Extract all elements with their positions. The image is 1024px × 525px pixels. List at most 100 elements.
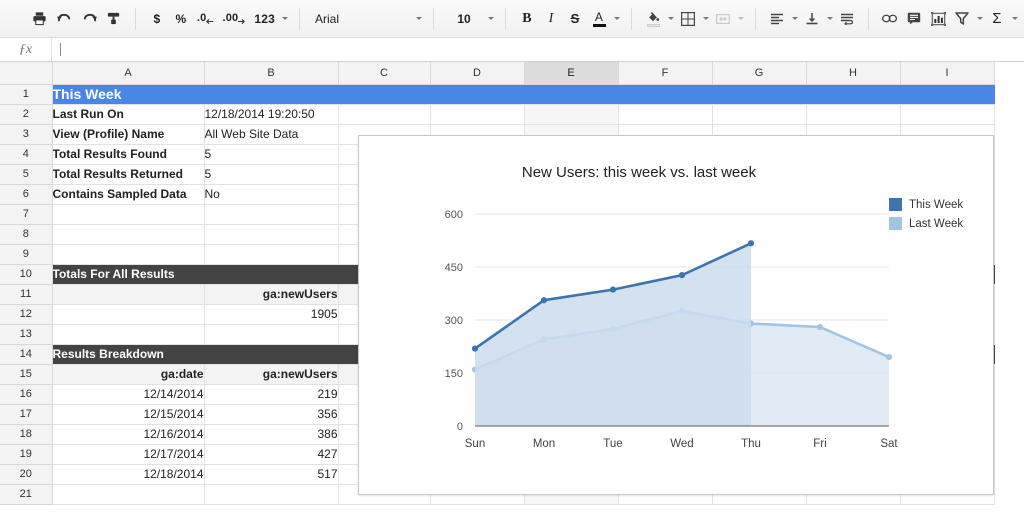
row-header-13[interactable]: 13 [0,324,52,344]
section-banner-blue[interactable]: This Week [52,84,994,104]
cell-B16[interactable]: 219 [204,384,338,404]
more-formats-button[interactable]: 123 [250,6,279,32]
filter-chevron-down-icon[interactable] [974,6,985,32]
insert-chart-icon[interactable] [926,6,950,32]
cell-A4[interactable]: Total Results Found [52,144,204,164]
borders-button[interactable] [676,6,700,32]
currency-format-button[interactable]: $ [145,6,169,32]
cell-A16[interactable]: 12/14/2014 [52,384,204,404]
cell-C2[interactable] [338,104,430,124]
column-header-a[interactable]: A [52,62,204,84]
column-header-h[interactable]: H [806,62,900,84]
fill-color-chevron-down-icon[interactable] [665,6,676,32]
cell-A12[interactable] [52,304,204,324]
vertical-align-button[interactable] [800,6,824,32]
row-header-20[interactable]: 20 [0,464,52,484]
cell-A6[interactable]: Contains Sampled Data [52,184,204,204]
chart-legend-item[interactable]: This Week [889,198,963,211]
row-header-1[interactable]: 1 [0,84,52,104]
cell-A11[interactable] [52,284,204,304]
row-header-14[interactable]: 14 [0,344,52,364]
cell-B19[interactable]: 427 [204,444,338,464]
cell-B5[interactable]: 5 [204,164,338,184]
cell-A3[interactable]: View (Profile) Name [52,124,204,144]
cell-B2[interactable]: 12/18/2014 19:20:50 [204,104,338,124]
column-header-c[interactable]: C [338,62,430,84]
cell-B13[interactable] [204,324,338,344]
cell-E2[interactable] [524,104,618,124]
functions-chevron-down-icon[interactable] [1009,6,1020,32]
cell-B4[interactable]: 5 [204,144,338,164]
row-header-16[interactable]: 16 [0,384,52,404]
chart-legend-item[interactable]: Last Week [889,217,963,230]
bold-button[interactable]: B [515,6,539,32]
cell-A2[interactable]: Last Run On [52,104,204,124]
row-header-3[interactable]: 3 [0,124,52,144]
row-header-7[interactable]: 7 [0,204,52,224]
row-header-15[interactable]: 15 [0,364,52,384]
decrease-decimal-button[interactable]: .0 [193,6,219,32]
font-size-chevron-down-icon[interactable] [485,6,496,32]
cell-A15[interactable]: ga:date [52,364,204,384]
cell-B17[interactable]: 356 [204,404,338,424]
cell-B11[interactable]: ga:newUsers [204,284,338,304]
increase-decimal-button[interactable]: .00 [218,6,250,32]
print-icon[interactable] [28,6,52,32]
row-header-2[interactable]: 2 [0,104,52,124]
row-header-6[interactable]: 6 [0,184,52,204]
cell-B20[interactable]: 517 [204,464,338,484]
text-color-button[interactable]: A [587,6,611,32]
filter-icon[interactable] [950,6,974,32]
cell-B15[interactable]: ga:newUsers [204,364,338,384]
strikethrough-button[interactable]: S [563,6,587,32]
cell-B18[interactable]: 386 [204,424,338,444]
insert-comment-icon[interactable] [902,6,926,32]
fill-color-button[interactable] [641,6,665,32]
column-header-e[interactable]: E [524,62,618,84]
cell-A17[interactable]: 12/15/2014 [52,404,204,424]
row-header-19[interactable]: 19 [0,444,52,464]
row-header-21[interactable]: 21 [0,484,52,504]
redo-icon[interactable] [77,6,102,32]
cell-A5[interactable]: Total Results Returned [52,164,204,184]
font-family-chevron-down-icon[interactable] [413,6,424,32]
cell-A19[interactable]: 12/17/2014 [52,444,204,464]
row-header-9[interactable]: 9 [0,244,52,264]
row-header-17[interactable]: 17 [0,404,52,424]
text-color-chevron-down-icon[interactable] [611,6,622,32]
cell-G2[interactable] [712,104,806,124]
borders-chevron-down-icon[interactable] [700,6,711,32]
cell-A9[interactable] [52,244,204,264]
column-header-b[interactable]: B [204,62,338,84]
row-header-10[interactable]: 10 [0,264,52,284]
row-header-12[interactable]: 12 [0,304,52,324]
cell-B3[interactable]: All Web Site Data [204,124,338,144]
cell-B7[interactable] [204,204,338,224]
cell-I2[interactable] [900,104,994,124]
row-header-18[interactable]: 18 [0,424,52,444]
cell-B9[interactable] [204,244,338,264]
column-header-i[interactable]: I [900,62,994,84]
row-header-5[interactable]: 5 [0,164,52,184]
horizontal-align-button[interactable] [765,6,789,32]
cell-B8[interactable] [204,224,338,244]
formula-input[interactable] [52,38,1024,61]
cell-A13[interactable] [52,324,204,344]
embedded-chart[interactable]: New Users: this week vs. last week 01503… [358,135,994,495]
cell-B6[interactable]: No [204,184,338,204]
cell-A20[interactable]: 12/18/2014 [52,464,204,484]
cell-A8[interactable] [52,224,204,244]
cell-A21[interactable] [52,484,204,504]
column-header-d[interactable]: D [430,62,524,84]
column-header-f[interactable]: F [618,62,712,84]
column-header-g[interactable]: G [712,62,806,84]
more-formats-chevron-down-icon[interactable] [279,6,290,32]
cell-H2[interactable] [806,104,900,124]
row-header-11[interactable]: 11 [0,284,52,304]
vertical-align-chevron-down-icon[interactable] [824,6,835,32]
font-size-selector[interactable]: 10 [443,6,485,32]
percent-format-button[interactable]: % [169,6,193,32]
text-wrap-button[interactable] [835,6,859,32]
row-header-4[interactable]: 4 [0,144,52,164]
merge-cells-chevron-down-icon[interactable] [735,6,746,32]
